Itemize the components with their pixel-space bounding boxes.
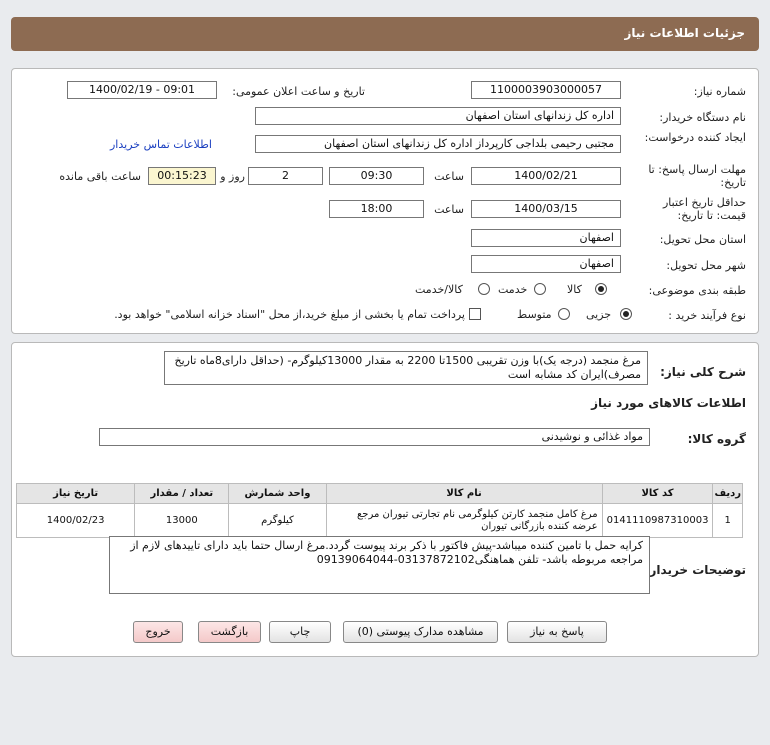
- col-name: نام کالا: [325, 483, 603, 504]
- buyer-org-field: اداره کل زندانهای استان اصفهان: [255, 107, 621, 125]
- category-radio-service[interactable]: [534, 283, 546, 295]
- goods-table: ردیف کد کالا نام کالا واحد شمارش تعداد /…: [15, 483, 743, 538]
- window-title-bar: جزئیات اطلاعات نیاز: [11, 17, 759, 51]
- buyer-notes-box: کرایه حمل با تامین کننده میباشد-پیش فاکت…: [109, 536, 650, 594]
- creator-label: ایجاد کننده درخواست:: [644, 131, 746, 144]
- price-validity-label: حداقل تاریخ اعتبار قیمت: تا تاریخ:: [662, 196, 746, 222]
- treasury-payment-note: پرداخت تمام یا بخشی از مبلغ خرید،از محل …: [114, 308, 465, 321]
- reply-time-label: ساعت: [434, 170, 464, 183]
- description-box: مرغ منجمد (درجه یک)با وزن تقریبی 1500تا …: [164, 351, 648, 385]
- attachments-button[interactable]: مشاهده مدارک پیوستی (0): [343, 621, 498, 643]
- window-title: جزئیات اطلاعات نیاز: [624, 26, 745, 40]
- process-label: نوع فرآیند خرید :: [668, 309, 746, 322]
- buyer-contact-link[interactable]: اطلاعات تماس خریدار: [110, 138, 212, 151]
- goods-group-label: گروه کالا:: [687, 432, 746, 446]
- price-date-field: 1400/03/15: [471, 200, 621, 218]
- need-number-field: 1100003903000057: [471, 81, 621, 99]
- remaining-label: ساعت باقی مانده: [59, 170, 141, 183]
- cell-name: مرغ کامل منجمد کارتن کیلوگرمی نام تجارتی…: [325, 503, 603, 538]
- price-time-label: ساعت: [434, 203, 464, 216]
- category-radio-goods[interactable]: [595, 283, 607, 295]
- announce-field: 1400/02/19 - 09:01: [67, 81, 217, 99]
- col-row: ردیف: [712, 483, 743, 504]
- col-unit: واحد شمارش: [228, 483, 327, 504]
- reply-date-field: 1400/02/21: [471, 167, 621, 185]
- category-goods-label: کالا: [567, 283, 582, 296]
- process-minor-label: جزیی: [586, 308, 612, 321]
- treasury-payment-checkbox[interactable]: [469, 308, 481, 320]
- process-radio-minor[interactable]: [620, 308, 632, 320]
- category-radio-goods-service[interactable]: [478, 283, 490, 295]
- print-button[interactable]: چاپ: [269, 621, 331, 643]
- cell-row: 1: [712, 503, 743, 538]
- col-code: کد کالا: [601, 483, 714, 504]
- reply-time-field: 09:30: [329, 167, 424, 185]
- days-field: 2: [248, 167, 323, 185]
- details-panel: شرح کلی نیاز: مرغ منجمد (درجه یک)با وزن …: [11, 342, 759, 657]
- cell-qty: 13000: [134, 503, 230, 538]
- category-label: طبقه بندی موضوعی:: [648, 284, 746, 297]
- exit-button[interactable]: خروج: [133, 621, 183, 643]
- remaining-time-field: 00:15:23: [148, 167, 216, 185]
- table-row: 1 0141110987310003 مرغ کامل منجمد کارتن …: [15, 503, 743, 538]
- need-number-label: شماره نیاز:: [693, 85, 746, 98]
- cell-unit: کیلوگرم: [228, 503, 327, 538]
- goods-group-field: مواد غذائی و نوشیدنی: [99, 428, 650, 446]
- city-field: اصفهان: [471, 255, 621, 273]
- province-field: اصفهان: [471, 229, 621, 247]
- days-label: روز و: [220, 170, 245, 183]
- col-date: تاریخ نیاز: [15, 483, 136, 504]
- back-button[interactable]: بازگشت: [198, 621, 261, 643]
- cell-date: 1400/02/23: [15, 503, 136, 538]
- buyer-notes-label: توضیحات خریدار:: [644, 563, 746, 577]
- goods-section-title: اطلاعات کالاهای مورد نیاز: [591, 396, 746, 410]
- description-label: شرح کلی نیاز:: [660, 365, 746, 379]
- province-label: استان محل تحویل:: [659, 233, 746, 246]
- goods-table-header: ردیف کد کالا نام کالا واحد شمارش تعداد /…: [15, 483, 743, 504]
- city-label: شهر محل تحویل:: [666, 259, 746, 272]
- col-qty: تعداد / مقدار: [134, 483, 230, 504]
- cell-code: 0141110987310003: [601, 503, 714, 538]
- announce-label: تاریخ و ساعت اعلان عمومی:: [232, 85, 365, 98]
- reply-deadline-label: مهلت ارسال پاسخ: تا تاریخ:: [648, 163, 746, 189]
- reply-button[interactable]: پاسخ به نیاز: [507, 621, 607, 643]
- process-medium-label: متوسط: [517, 308, 552, 321]
- creator-field: مجتبی رحیمی بلداجی کارپرداز اداره کل زند…: [255, 135, 621, 153]
- price-time-field: 18:00: [329, 200, 424, 218]
- buyer-org-label: نام دستگاه خریدار:: [659, 111, 746, 124]
- process-radio-medium[interactable]: [558, 308, 570, 320]
- category-goods-service-label: کالا/خدمت: [415, 283, 463, 296]
- category-service-label: خدمت: [498, 283, 528, 296]
- info-panel: شماره نیاز: 1100003903000057 تاریخ و ساع…: [11, 68, 759, 334]
